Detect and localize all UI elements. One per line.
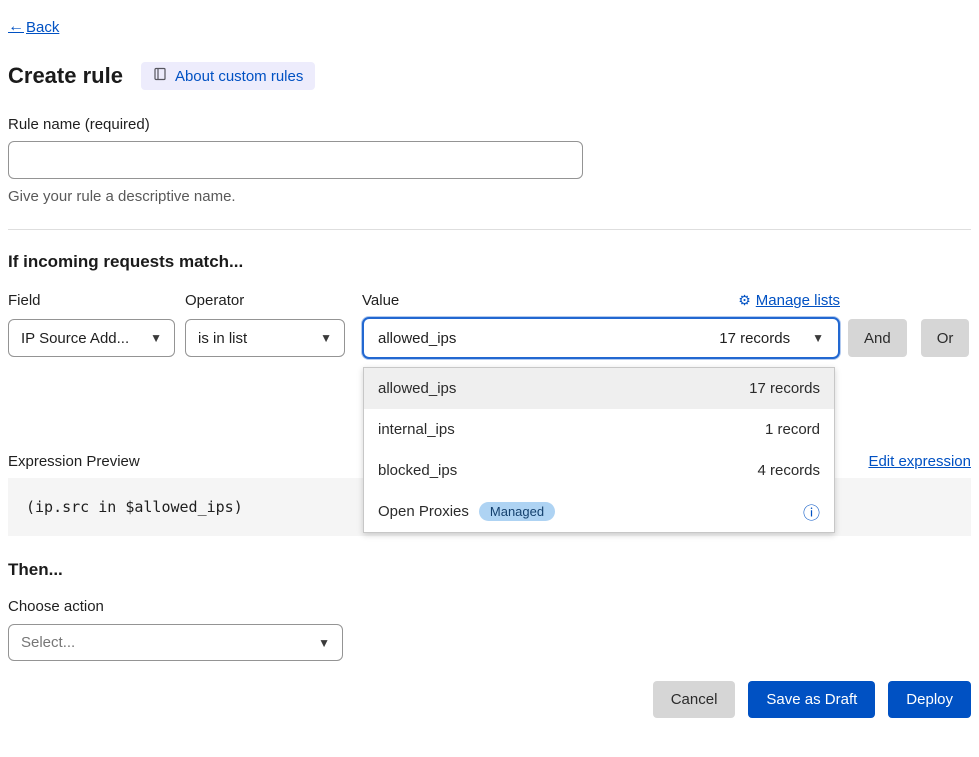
about-custom-rules-link[interactable]: About custom rules (141, 62, 315, 90)
value-label: Value (362, 292, 399, 309)
operator-label: Operator (185, 292, 362, 309)
create-rule-page: ←Back Create rule About custom rules Rul… (0, 18, 979, 718)
list-option-open-proxies[interactable]: Open Proxies Managed ⓘ (364, 491, 834, 532)
save-as-draft-button[interactable]: Save as Draft (748, 681, 875, 718)
choose-action-label: Choose action (8, 598, 971, 615)
expression-preview-label: Expression Preview (8, 453, 140, 470)
title-row: Create rule About custom rules (8, 62, 971, 90)
manage-lists-label: Manage lists (756, 292, 840, 309)
back-link-label: Back (26, 19, 59, 36)
rule-name-input[interactable] (8, 141, 583, 179)
back-arrow-icon: ← (8, 18, 24, 36)
action-select[interactable]: Select... ▼ (8, 624, 343, 661)
deploy-button[interactable]: Deploy (888, 681, 971, 718)
chevron-down-icon: ▼ (812, 331, 824, 345)
list-option-internal-ips[interactable]: internal_ips 1 record (364, 409, 834, 450)
list-option-meta: 17 records (749, 380, 820, 397)
list-option-name: allowed_ips (378, 380, 456, 397)
cancel-button[interactable]: Cancel (653, 681, 736, 718)
rule-name-label: Rule name (required) (8, 116, 971, 133)
back-row: ←Back (8, 18, 971, 36)
page-title: Create rule (8, 63, 123, 89)
list-option-name: blocked_ips (378, 462, 457, 479)
match-controls-row: IP Source Add... ▼ is in list ▼ allowed_… (8, 317, 971, 359)
and-button[interactable]: And (848, 319, 907, 357)
back-link[interactable]: ←Back (8, 18, 59, 36)
operator-select[interactable]: is in list ▼ (185, 319, 345, 357)
list-option-allowed-ips[interactable]: allowed_ips 17 records (364, 368, 834, 409)
value-dropdown-menu: allowed_ips 17 records internal_ips 1 re… (363, 367, 835, 533)
or-button[interactable]: Or (921, 319, 970, 357)
list-option-name: Open Proxies (378, 503, 469, 520)
then-section-heading: Then... (8, 560, 971, 580)
list-option-meta: 1 record (765, 421, 820, 438)
managed-badge: Managed (479, 502, 555, 521)
about-custom-rules-label: About custom rules (175, 68, 303, 85)
value-select[interactable]: allowed_ips 17 records ▼ (362, 317, 840, 359)
chevron-down-icon: ▼ (318, 636, 330, 650)
value-select-wrap: allowed_ips 17 records ▼ allowed_ips 17 … (362, 317, 840, 359)
chevron-down-icon: ▼ (320, 331, 332, 345)
footer-actions: Cancel Save as Draft Deploy (8, 681, 971, 718)
manage-lists-link[interactable]: ⚙ Manage lists (738, 292, 840, 309)
list-option-meta: 4 records (757, 462, 820, 479)
edit-expression-link[interactable]: Edit expression (868, 453, 971, 470)
section-divider (8, 229, 971, 230)
list-option-name: internal_ips (378, 421, 455, 438)
value-select-meta: 17 records (719, 330, 790, 347)
list-option-blocked-ips[interactable]: blocked_ips 4 records (364, 450, 834, 491)
chevron-down-icon: ▼ (150, 331, 162, 345)
match-section-heading: If incoming requests match... (8, 252, 971, 272)
field-select[interactable]: IP Source Add... ▼ (8, 319, 175, 357)
gear-icon: ⚙ (738, 292, 751, 309)
book-icon (153, 67, 167, 85)
action-select-placeholder: Select... (21, 634, 75, 651)
field-label: Field (8, 292, 185, 309)
operator-select-value: is in list (198, 330, 247, 347)
rule-name-helper: Give your rule a descriptive name. (8, 188, 971, 205)
info-icon[interactable]: ⓘ (803, 499, 820, 524)
field-select-value: IP Source Add... (21, 330, 129, 347)
match-labels-row: Field Operator Value ⚙ Manage lists (8, 292, 971, 309)
value-select-value: allowed_ips (378, 330, 456, 347)
